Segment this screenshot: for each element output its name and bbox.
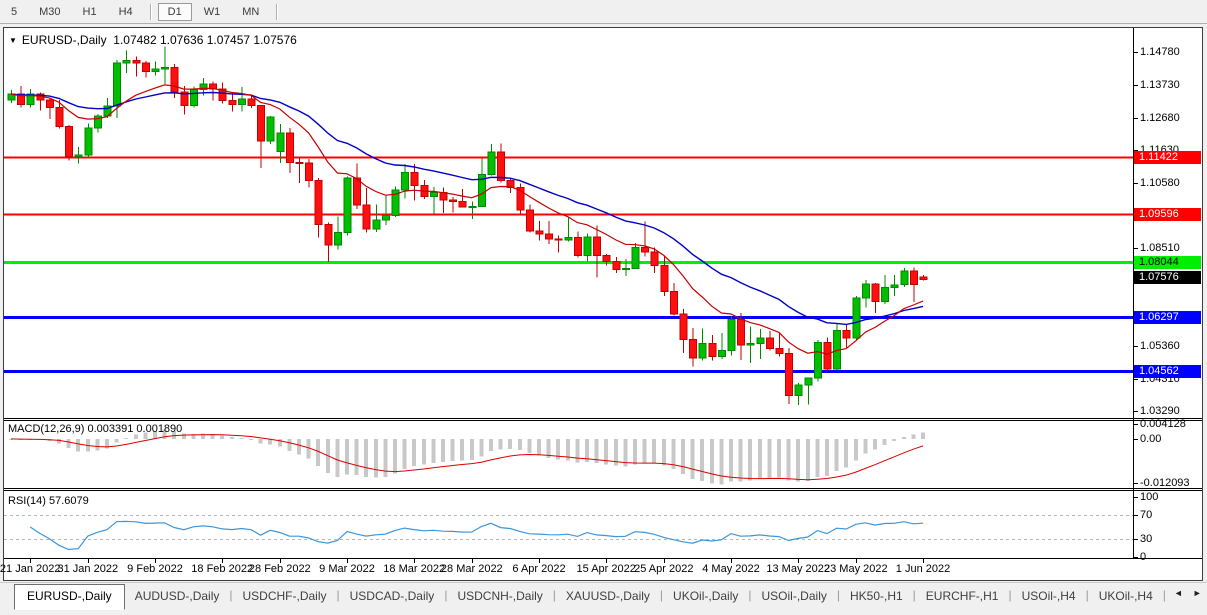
chart-tab-usdchf-daily[interactable]: USDCHF-,Daily (233, 585, 337, 608)
date-axis-label: 9 Mar 2022 (319, 563, 375, 575)
axis-tick-label: 100 (1140, 491, 1158, 503)
chart-tab-hk50-h1[interactable]: HK50-,H1 (840, 585, 913, 608)
chart-tab-xauusd-daily[interactable]: XAUUSD-,Daily (556, 585, 660, 608)
symbol-dropdown-icon[interactable]: ▼ (9, 36, 17, 45)
timeframe-button-mn[interactable]: MN (232, 3, 269, 21)
chart-tab-ukoil-daily[interactable]: UKOil-,Daily (663, 585, 748, 608)
axis-tick-label: 1.05360 (1140, 340, 1180, 352)
toolbar-separator (276, 4, 277, 20)
chart-tab-audusd-daily[interactable]: AUDUSD-,Daily (125, 585, 230, 608)
timeframe-button-w1[interactable]: W1 (194, 3, 231, 21)
axis-tick-label: 0.004128 (1140, 418, 1186, 430)
level-price-label: 1.08044 (1134, 256, 1201, 269)
axis-tick-label: 1.12680 (1140, 112, 1180, 124)
timeframe-toolbar: 5M30H1H4 D1W1MN (0, 0, 1207, 24)
axis-tick-label: 70 (1140, 509, 1152, 521)
date-axis-label: 21 Jan 2022 (0, 563, 60, 575)
timeframe-button-5[interactable]: 5 (1, 3, 27, 21)
date-axis-label: 31 Jan 2022 (58, 563, 119, 575)
level-price-label: 1.04562 (1134, 365, 1201, 378)
chart-tab-ukoil-h4[interactable]: UKOil-,H4 (1089, 585, 1163, 608)
level-price-label: 1.06297 (1134, 311, 1201, 324)
level-price-label: 1.11422 (1134, 151, 1201, 164)
axis-tick-label: 1.10580 (1140, 177, 1180, 189)
axis-tick-label: 30 (1140, 533, 1152, 545)
chart-ohlc-values: 1.07482 1.07636 1.07457 1.07576 (113, 33, 297, 47)
axis-tick-label: 0 (1140, 551, 1146, 563)
chart-symbol-label: EURUSD-,Daily (22, 33, 107, 47)
chart-tab-eurchf-h1[interactable]: EURCHF-,H1 (916, 585, 1009, 608)
date-axis-label: 13 May 2022 (766, 563, 830, 575)
timeframe-button-h4[interactable]: H4 (109, 3, 143, 21)
toolbar-separator (150, 4, 151, 20)
date-axis-label: 25 Apr 2022 (634, 563, 693, 575)
tabs-scroll-left-icon[interactable]: ◄ (1174, 588, 1193, 598)
date-axis-label: 15 Apr 2022 (577, 563, 636, 575)
chart-tab-usoil-daily[interactable]: USOil-,Daily (752, 585, 837, 608)
axis-tick-label: 1.14780 (1140, 46, 1180, 58)
date-axis-label: 9 Feb 2022 (127, 563, 183, 575)
tab-separator: | (1163, 588, 1166, 602)
axis-tick-label: 1.08510 (1140, 242, 1180, 254)
timeframe-button-h1[interactable]: H1 (73, 3, 107, 21)
date-axis-label: 23 May 2022 (824, 563, 888, 575)
axis-tick-label: 1.13730 (1140, 79, 1180, 91)
axis-tick-label: -0.012093 (1140, 477, 1190, 489)
timeframe-button-d1[interactable]: D1 (158, 3, 192, 21)
date-axis-label: 4 May 2022 (702, 563, 759, 575)
axis-tick-label: 0.00 (1140, 433, 1161, 445)
date-axis-label: 28 Feb 2022 (249, 563, 311, 575)
chart-title: ▼ EURUSD-,Daily 1.07482 1.07636 1.07457 1… (9, 33, 297, 47)
chart-tab-bar: EURUSD-,DailyAUDUSD-,Daily | USDCHF-,Daily… (0, 582, 1207, 615)
tabs-scroll-right-icon[interactable]: ► (1193, 588, 1207, 598)
rsi-indicator-label: RSI(14) 57.6079 (8, 495, 89, 507)
date-axis-label: 28 Mar 2022 (441, 563, 503, 575)
timeframe-button-m30[interactable]: M30 (29, 3, 70, 21)
macd-indicator-label: MACD(12,26,9) 0.003391 0.001890 (8, 423, 182, 435)
date-axis-label: 1 Jun 2022 (896, 563, 950, 575)
current-price-label: 1.07576 (1134, 271, 1201, 284)
chart-tab-eurusd-daily[interactable]: EURUSD-,Daily (14, 584, 125, 610)
date-axis-label: 18 Mar 2022 (383, 563, 445, 575)
axis-tick-label: 1.03290 (1140, 405, 1180, 417)
chart-window[interactable] (3, 27, 1203, 581)
date-axis-label: 6 Apr 2022 (512, 563, 565, 575)
chart-tab-usdcnh-daily[interactable]: USDCNH-,Daily (447, 585, 552, 608)
date-axis-label: 18 Feb 2022 (191, 563, 253, 575)
chart-tab-usdcad-daily[interactable]: USDCAD-,Daily (340, 585, 445, 608)
level-price-label: 1.09596 (1134, 208, 1201, 221)
chart-tab-usoil-h4[interactable]: USOil-,H4 (1012, 585, 1086, 608)
tab-scroll-arrows[interactable]: ◄► (1174, 588, 1207, 598)
